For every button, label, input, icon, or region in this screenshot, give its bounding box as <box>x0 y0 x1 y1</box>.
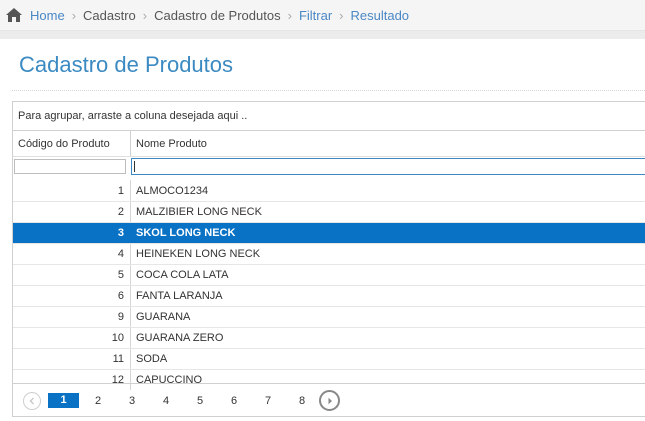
cell-codigo: 2 <box>13 202 131 222</box>
page-6-button[interactable]: 6 <box>217 395 251 407</box>
table-row[interactable]: 11 SODA <box>13 348 645 369</box>
divider <box>0 31 645 39</box>
cell-nome: ALMOCO1234 <box>136 184 209 197</box>
page-5-button[interactable]: 5 <box>183 395 217 407</box>
chevron-right-icon: › <box>142 7 148 23</box>
cell-nome: HEINEKEN LONG NECK <box>136 248 261 260</box>
group-panel[interactable]: Para agrupar, arraste a coluna desejada … <box>13 102 645 131</box>
page-3-button[interactable]: 3 <box>115 395 149 407</box>
filter-codigo-input[interactable] <box>14 159 126 174</box>
page-7-button[interactable]: 7 <box>251 395 285 407</box>
pager-prev-button[interactable] <box>23 391 41 410</box>
cell-nome: MALZIBIER LONG NECK <box>136 206 262 218</box>
breadcrumb-home[interactable]: Home <box>30 8 65 23</box>
filter-nome-input[interactable] <box>131 158 645 175</box>
table-row[interactable]: 5 COCA COLA LATA <box>13 264 645 285</box>
table-row[interactable]: 9 GUARANA <box>13 306 645 327</box>
chevron-right-icon: › <box>339 7 344 23</box>
breadcrumb-cadastro-produtos: Cadastro de Produtos <box>154 7 281 23</box>
table-row[interactable]: 4 HEINEKEN LONG NECK <box>13 243 645 264</box>
page-title: Cadastro de Produtos <box>19 52 234 77</box>
chevron-right-icon <box>328 397 332 404</box>
table-row[interactable]: 2 MALZIBIER LONG NECK <box>13 201 645 222</box>
breadcrumb: Home › Cadastro › Cadastro de Produtos ›… <box>0 0 645 31</box>
cell-codigo: 11 <box>13 349 131 369</box>
grid-body: 1 ALMOCO1234 2 MALZIBIER LONG NECK 3 SKO… <box>13 180 645 390</box>
page-4-button[interactable]: 4 <box>149 395 183 407</box>
cell-codigo: 9 <box>13 307 131 327</box>
column-header-nome[interactable]: Nome Produto <box>131 131 645 156</box>
cell-nome: SODA <box>136 353 168 365</box>
chevron-left-icon <box>29 397 34 404</box>
column-header-codigo[interactable]: Código do Produto <box>13 131 131 156</box>
grid-header: Código do Produto Nome Produto <box>13 131 645 157</box>
cell-codigo: 4 <box>13 244 131 264</box>
cell-codigo: 3 <box>13 223 131 243</box>
table-row[interactable]: 1 ALMOCO1234 <box>13 180 645 201</box>
cell-codigo: 10 <box>13 328 131 348</box>
pager: 1 2 3 4 5 6 7 8 <box>13 383 645 417</box>
cell-codigo: 5 <box>13 265 131 285</box>
cell-codigo: 1 <box>13 180 131 201</box>
home-icon[interactable] <box>6 8 22 22</box>
divider <box>12 90 645 91</box>
table-row-selected[interactable]: 3 SKOL LONG NECK <box>13 222 645 243</box>
cell-nome: GUARANA ZERO <box>136 332 224 344</box>
cell-nome: FANTA LARANJA <box>136 290 223 302</box>
cell-nome: SKOL LONG NECK <box>136 227 236 239</box>
chevron-right-icon: › <box>71 7 77 23</box>
text-cursor <box>134 161 135 172</box>
page-1-button[interactable]: 1 <box>48 393 79 408</box>
breadcrumb-resultado[interactable]: Resultado <box>351 8 410 23</box>
chevron-right-icon: › <box>287 7 292 23</box>
breadcrumb-filtrar[interactable]: Filtrar <box>299 8 332 23</box>
filter-row <box>13 157 645 176</box>
cell-nome: GUARANA <box>136 311 191 323</box>
product-grid: Para agrupar, arraste a coluna desejada … <box>12 101 645 417</box>
page-8-button[interactable]: 8 <box>285 395 319 407</box>
cell-nome: COCA COLA LATA <box>136 269 229 281</box>
pager-next-button[interactable] <box>319 390 340 411</box>
table-row[interactable]: 6 FANTA LARANJA <box>13 285 645 306</box>
breadcrumb-cadastro: Cadastro <box>83 7 136 23</box>
cell-codigo: 6 <box>13 286 131 306</box>
table-row[interactable]: 10 GUARANA ZERO <box>13 327 645 348</box>
page-2-button[interactable]: 2 <box>81 395 115 407</box>
